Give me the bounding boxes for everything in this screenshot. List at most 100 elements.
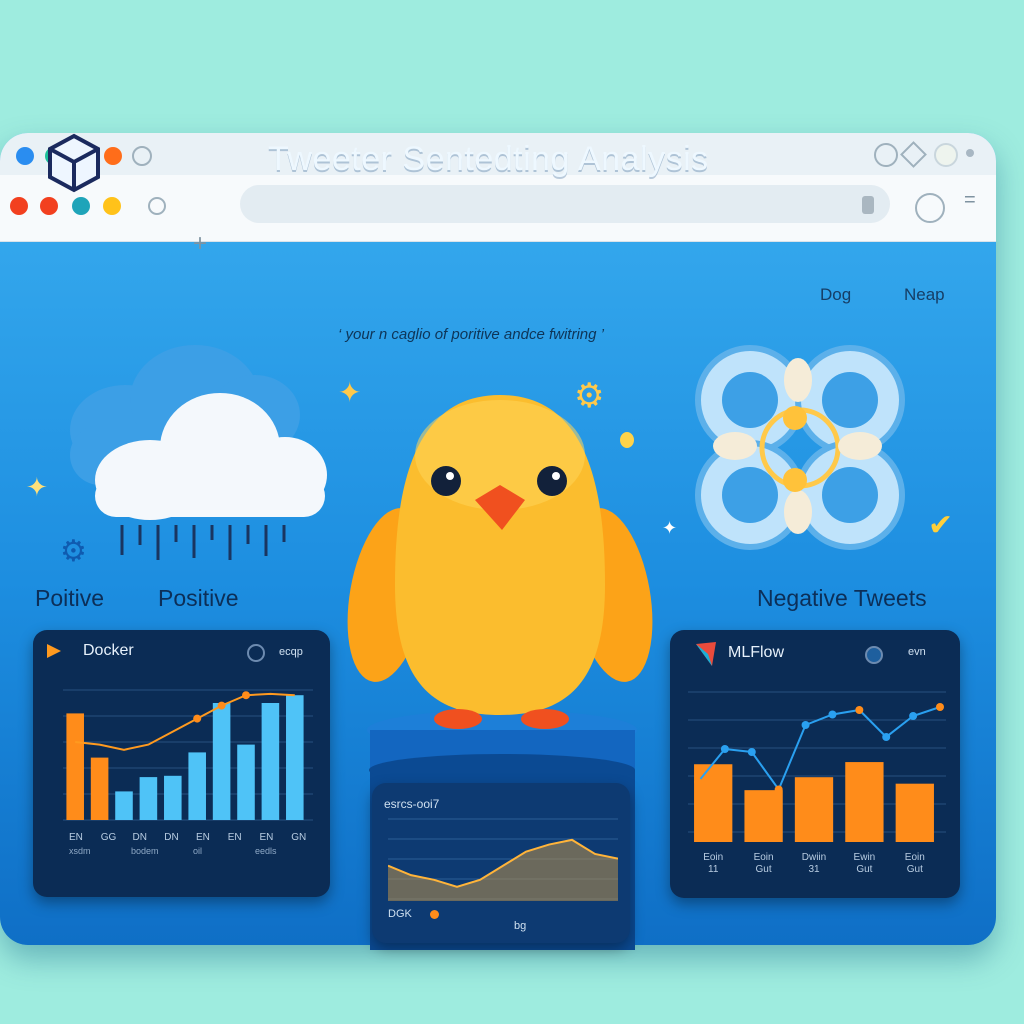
- docker-point: [193, 714, 202, 723]
- docker-point: [242, 691, 250, 700]
- middle-panel: esrcs-ooi7 DGK bg: [372, 783, 630, 943]
- docker-bar: [188, 752, 206, 820]
- docker-bar: [237, 744, 255, 820]
- mlflow-point: [801, 721, 810, 729]
- mlflow-x-tick-label: Dwiin: [802, 852, 826, 863]
- mlflow-point: [774, 785, 783, 794]
- docker-play-icon: [47, 644, 61, 658]
- docker-x-sublabel: eedls: [255, 846, 277, 856]
- docker-bar: [164, 775, 182, 820]
- gear-icon: ⚙: [60, 535, 87, 568]
- mlflow-point: [909, 712, 918, 720]
- docker-x-tick-label: EN: [69, 832, 83, 843]
- page-subtitle: ‘ your n caglio of poritive andce fwitri…: [338, 326, 604, 343]
- mlflow-logo-icon: [696, 642, 716, 666]
- menu-icon[interactable]: =: [964, 189, 976, 212]
- mlflow-bar: [694, 764, 733, 842]
- docker-x-tick-label: GN: [291, 832, 306, 843]
- extension-icon[interactable]: [934, 143, 958, 167]
- bird-mascot: [347, 395, 653, 729]
- mlflow-status-icon[interactable]: [865, 646, 883, 664]
- mlflow-point: [882, 733, 891, 741]
- minimize-button[interactable]: [40, 197, 58, 215]
- mlflow-bar: [794, 777, 834, 842]
- window-dot-blue[interactable]: [16, 147, 34, 165]
- docker-x-tick-label: GG: [101, 832, 117, 843]
- mlflow-x-tick-label: Eoin: [905, 852, 925, 863]
- docker-x-tick-label: EN: [196, 832, 210, 843]
- nav-link-neap[interactable]: Neap: [904, 285, 945, 305]
- diamond-icon[interactable]: [900, 141, 927, 168]
- mlflow-point: [855, 706, 864, 714]
- profile-icon[interactable]: [874, 143, 898, 167]
- extra-button[interactable]: [103, 197, 121, 215]
- network-flower-icon: [695, 345, 905, 550]
- clock-icon[interactable]: [915, 193, 945, 223]
- mlflow-x-tick-label: Eoin: [703, 852, 723, 863]
- mlflow-bar: [845, 762, 884, 842]
- sparkle-icon-3: ✦: [662, 518, 678, 538]
- docker-bar: [115, 791, 133, 820]
- mlflow-point: [828, 710, 837, 719]
- docker-bar: [261, 703, 280, 820]
- docker-bar: [212, 703, 231, 820]
- close-button[interactable]: [10, 197, 28, 215]
- sparkle-icon: ✦: [26, 472, 48, 502]
- browser-toolbar: + =: [0, 175, 996, 257]
- maximize-button[interactable]: [72, 197, 90, 215]
- settings-icon[interactable]: [966, 149, 974, 157]
- docker-bar: [139, 777, 158, 820]
- docker-status-icon[interactable]: [247, 644, 265, 662]
- mlflow-x-tick-label: Gut: [756, 864, 772, 875]
- reload-icon[interactable]: [148, 197, 166, 215]
- mlflow-x-tick-label: Gut: [907, 864, 923, 875]
- mlflow-point: [720, 745, 729, 753]
- address-bar[interactable]: [240, 185, 890, 223]
- mlflow-x-tick-label: Ewin: [854, 852, 876, 863]
- docker-x-tick-label: EN: [228, 832, 242, 843]
- address-bar-handle: [862, 196, 874, 214]
- new-tab-icon[interactable]: +: [193, 230, 207, 258]
- mlflow-x-tick-label: 31: [808, 864, 820, 875]
- mlflow-x-tick-label: Gut: [856, 864, 872, 875]
- docker-x-tick-label: DN: [164, 832, 178, 843]
- docker-x-tick-label: EN: [260, 832, 274, 843]
- docker-x-sublabel: bodem: [131, 846, 159, 856]
- cube-logo-icon[interactable]: [46, 132, 102, 194]
- docker-bar: [66, 713, 84, 820]
- window-dot-outline-2[interactable]: [132, 146, 152, 166]
- page-title: Tweeter Sentedting Analysis: [268, 140, 709, 178]
- label-positive-right: Positive: [158, 585, 239, 611]
- middle-area: [388, 839, 618, 901]
- mlflow-panel-badge: evn: [908, 646, 926, 658]
- mlflow-x-tick-label: 11: [708, 864, 719, 875]
- docker-chart: EN GG DN DN EN EN EN GN xsdm bodem oil eedls: [63, 689, 313, 856]
- label-negative-tweets: Negative Tweets: [757, 585, 927, 611]
- docker-bar: [90, 757, 109, 820]
- middle-footer-left: DGK: [388, 908, 412, 920]
- label-positive-left: Poitive: [35, 585, 105, 611]
- middle-chart: [388, 818, 618, 901]
- mlflow-point: [694, 778, 702, 786]
- docker-x-sublabel: xsdm: [69, 846, 91, 856]
- docker-x-sublabel: oil: [193, 846, 202, 856]
- nav-link-dog[interactable]: Dog: [820, 285, 851, 305]
- middle-footer-right: bg: [514, 920, 527, 932]
- middle-panel-title: esrcs-ooi7: [384, 797, 440, 811]
- docker-panel: Docker ecqp EN GG DN DN EN EN EN GN xsdm bodem oil…: [33, 630, 330, 897]
- docker-bar: [286, 695, 304, 820]
- mlflow-point: [936, 703, 944, 711]
- mlflow-bar: [895, 783, 934, 842]
- check-icon: ✔: [928, 509, 954, 542]
- orange-dot-icon: [430, 910, 439, 919]
- mlflow-panel: MLFlow evn Eoin 11 Eoin Gut Dwiin 31 Ewin Gut Eo…: [670, 630, 960, 898]
- docker-point: [217, 701, 226, 710]
- mlflow-x-tick-label: Eoin: [754, 852, 774, 863]
- window-dot-orange[interactable]: [104, 147, 122, 165]
- docker-panel-badge: ecqp: [279, 646, 303, 658]
- docker-panel-title: Docker: [83, 642, 134, 659]
- mlflow-bar: [744, 790, 783, 842]
- mlflow-chart: Eoin11EoinGutDwiin31EwinGutEoinGut: [688, 691, 946, 875]
- mlflow-point: [747, 748, 756, 756]
- docker-x-tick-label: DN: [133, 832, 147, 843]
